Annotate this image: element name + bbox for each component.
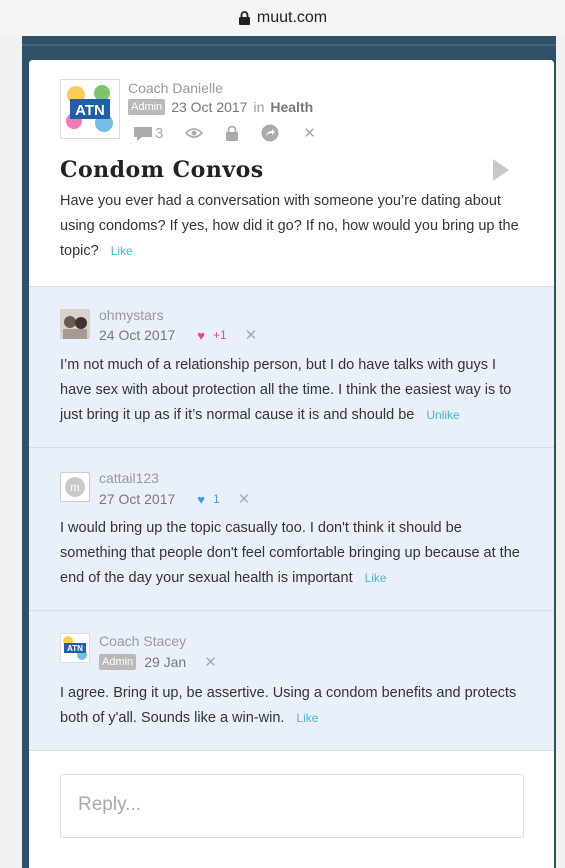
frame-divider xyxy=(22,44,556,46)
main-post: ATN Coach Danielle Admin 23 Oct 2017 in … xyxy=(29,60,554,286)
reply-body: I’m not much of a relationship person, b… xyxy=(60,353,530,428)
admin-badge: Admin xyxy=(99,654,137,670)
reply-date: 29 Jan xyxy=(144,654,187,670)
lock-icon[interactable] xyxy=(225,125,239,141)
thread-card: ATN Coach Danielle Admin 23 Oct 2017 in … xyxy=(29,60,554,868)
reply-item: ohmystars 24 Oct 2017 ♥ +1 ✕ I’m not muc… xyxy=(29,286,554,447)
avatar[interactable]: ATN xyxy=(60,633,90,663)
avatar[interactable] xyxy=(60,309,90,339)
reply-item: ATN Coach Stacey Admin 29 Jan ✕ I agree.… xyxy=(29,610,554,750)
post-body: Have you ever had a conversation with so… xyxy=(60,189,530,264)
like-button[interactable]: Like xyxy=(365,571,387,585)
url-text: muut.com xyxy=(256,9,328,26)
reply-item: m cattail123 27 Oct 2017 ♥ 1 ✕ I would b… xyxy=(29,447,554,610)
reply-placeholder: Reply... xyxy=(78,794,142,815)
address-bar[interactable]: muut.com xyxy=(0,0,565,36)
unlike-button[interactable]: Unlike xyxy=(426,408,459,422)
close-icon[interactable]: ✕ xyxy=(238,490,251,508)
heart-icon[interactable]: ♥ xyxy=(197,492,205,507)
like-count: +1 xyxy=(213,328,227,342)
svg-text:ATN: ATN xyxy=(75,102,105,119)
divider xyxy=(29,750,554,751)
reply-date: 24 Oct 2017 xyxy=(99,327,176,343)
like-button[interactable]: Like xyxy=(111,244,133,258)
svg-text:ATN: ATN xyxy=(67,644,83,653)
post-title: Condom Convos xyxy=(60,157,264,183)
post-actions: 3 ✕ xyxy=(133,124,316,142)
muut-logo-icon: m xyxy=(65,477,85,497)
reply-author[interactable]: cattail123 xyxy=(99,470,159,486)
reply-author[interactable]: Coach Stacey xyxy=(99,633,186,649)
close-icon[interactable]: ✕ xyxy=(204,653,217,671)
reply-body: I agree. Bring it up, be assertive. Usin… xyxy=(60,681,530,731)
avatar-photo-icon xyxy=(60,309,90,339)
reply-text: I agree. Bring it up, be assertive. Usin… xyxy=(60,685,517,726)
like-count: 1 xyxy=(213,492,220,506)
avatar[interactable]: ATN xyxy=(60,79,120,139)
avatar[interactable]: m xyxy=(60,472,90,502)
reply-input[interactable]: Reply... xyxy=(60,774,524,838)
comment-count[interactable]: 3 xyxy=(133,124,163,142)
reply-text: I would bring up the topic casually too.… xyxy=(60,520,520,586)
reply-meta: Admin 29 Jan ✕ xyxy=(99,653,217,671)
comment-count-value: 3 xyxy=(155,124,164,142)
atn-logo-icon: ATN xyxy=(63,636,87,660)
atn-logo-icon: ATN xyxy=(66,85,113,132)
reply-meta: 24 Oct 2017 ♥ +1 ✕ xyxy=(99,326,257,344)
post-date: 23 Oct 2017 xyxy=(171,99,248,115)
lock-icon xyxy=(238,11,250,25)
reply-author[interactable]: ohmystars xyxy=(99,307,164,323)
like-button[interactable]: Like xyxy=(296,711,318,725)
play-icon[interactable] xyxy=(493,159,509,181)
heart-icon[interactable]: ♥ xyxy=(197,328,205,343)
svg-text:m: m xyxy=(70,482,79,494)
post-meta: Admin 23 Oct 2017 in Health xyxy=(128,99,313,115)
close-icon[interactable]: ✕ xyxy=(245,326,258,344)
share-icon[interactable] xyxy=(261,124,279,142)
eye-icon[interactable] xyxy=(185,126,204,140)
in-label: in xyxy=(253,99,265,115)
reply-body: I would bring up the topic casually too.… xyxy=(60,516,530,591)
reply-date: 27 Oct 2017 xyxy=(99,491,176,507)
close-icon[interactable]: ✕ xyxy=(303,124,316,142)
post-category[interactable]: Health xyxy=(270,99,313,115)
post-author[interactable]: Coach Danielle xyxy=(128,80,223,96)
admin-badge: Admin xyxy=(128,99,166,115)
reply-meta: 27 Oct 2017 ♥ 1 ✕ xyxy=(99,490,250,508)
comment-icon xyxy=(134,127,152,141)
